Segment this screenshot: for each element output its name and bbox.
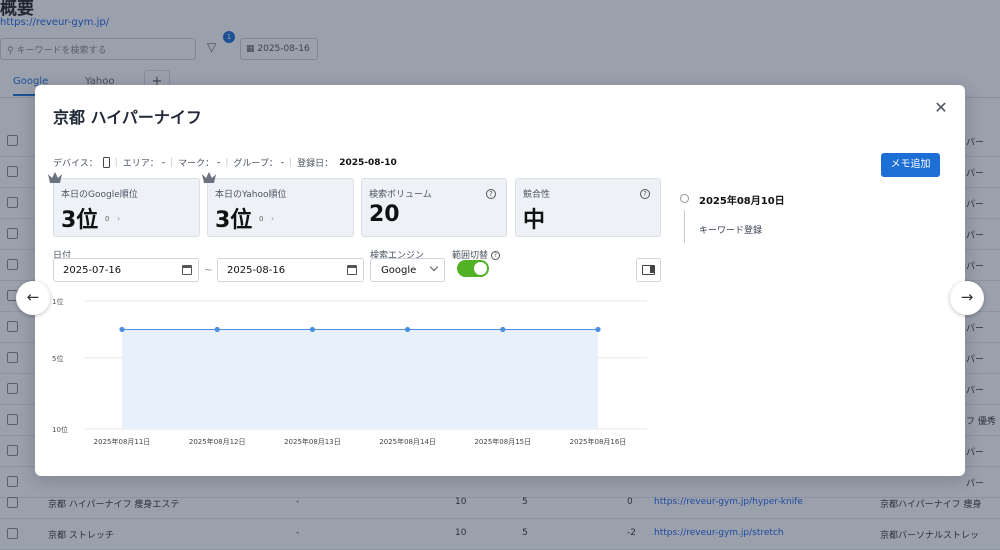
calendar-icon[interactable] <box>182 265 192 275</box>
divider: | <box>225 157 229 168</box>
end-date-input[interactable]: 2025-08-16 <box>217 258 364 282</box>
x-tick-label: 2025年08月15日 <box>474 437 531 446</box>
timeline-date: 2025年08月10日 <box>699 196 785 207</box>
end-date-value: 2025-08-16 <box>227 265 286 276</box>
group-label: グループ： <box>233 159 278 169</box>
x-tick-label: 2025年08月14日 <box>379 437 436 446</box>
area-value: - <box>161 157 166 168</box>
help-icon[interactable]: ? <box>490 251 500 260</box>
divider: | <box>114 157 118 168</box>
engine-value: Google <box>381 265 417 276</box>
x-tick-label: 2025年08月12日 <box>189 437 246 446</box>
calendar-icon[interactable] <box>347 265 357 275</box>
chevron-right-icon: › <box>117 214 121 223</box>
rank-chart: 1位 5位 10位 2025年08月11日 2025年08月12日 2025年08月13日… <box>52 297 647 446</box>
arrow-right-icon[interactable]: → <box>950 281 984 315</box>
search-engine-select[interactable]: Google <box>370 258 445 282</box>
google-rank-value: 3位 <box>61 208 99 233</box>
keyword-meta: デバイス： | エリア： - | マーク： - | グループ： - | 登録日：… <box>53 156 397 169</box>
help-icon[interactable]: ? <box>486 189 496 199</box>
series-area <box>122 329 598 429</box>
yahoo-rank-value: 3位 <box>215 208 253 233</box>
data-point <box>309 326 315 333</box>
start-date-input[interactable]: 2025-07-16 <box>53 258 199 282</box>
crown-icon <box>48 172 62 183</box>
range-toggle[interactable] <box>457 260 489 277</box>
data-point <box>595 326 601 333</box>
start-date-value: 2025-07-16 <box>63 265 122 276</box>
side-panel-icon <box>642 265 655 275</box>
close-icon[interactable]: ✕ <box>932 99 950 117</box>
mark-label: マーク： <box>178 159 215 169</box>
chevron-right-icon: › <box>271 214 275 223</box>
y-tick-label: 5位 <box>52 354 63 363</box>
timeline-dot <box>680 194 689 203</box>
search-volume-value: 20 <box>369 202 400 227</box>
registered-date: 2025-08-10 <box>339 157 397 168</box>
toggle-knob <box>474 262 487 275</box>
data-point <box>500 326 506 333</box>
add-memo-button[interactable]: メモ追加 <box>881 153 940 177</box>
timeline-line <box>684 210 685 243</box>
search-volume-card: 検索ボリューム ? 20 <box>361 178 507 237</box>
phone-icon <box>102 157 110 168</box>
keyword-detail-modal: 京都 ハイパーナイフ ✕ デバイス： | エリア： - | マーク： - | グ… <box>35 85 965 476</box>
arrow-left-icon[interactable]: ← <box>16 281 50 315</box>
chevron-down-icon <box>429 262 439 272</box>
google-rank-change: 0 <box>105 215 110 223</box>
timeline-event: キーワード登録 <box>699 226 763 236</box>
data-point <box>405 326 411 333</box>
area-label: エリア： <box>122 159 159 169</box>
competition-card: 競合性 ? 中 <box>515 178 661 237</box>
yahoo-rank-change: 0 <box>259 215 264 223</box>
group-value: - <box>280 157 285 168</box>
divider: | <box>170 157 174 168</box>
modal-title: 京都 ハイパーナイフ <box>53 108 202 127</box>
side-panel-button[interactable] <box>636 258 661 282</box>
yahoo-rank-label: 本日のYahoo順位 <box>215 190 287 200</box>
device-label: デバイス： <box>53 159 98 169</box>
competition-label: 競合性 <box>523 190 551 200</box>
yahoo-rank-card: 本日のYahoo順位 3位 0 › <box>202 172 354 237</box>
mark-value: - <box>217 157 221 168</box>
google-rank-label: 本日のGoogle順位 <box>61 190 138 200</box>
y-tick-label: 1位 <box>52 297 63 306</box>
x-tick-label: 2025年08月13日 <box>284 437 341 446</box>
help-icon[interactable]: ? <box>640 189 650 199</box>
data-point <box>214 326 220 333</box>
competition-value: 中 <box>523 208 546 233</box>
x-tick-label: 2025年08月11日 <box>94 437 151 446</box>
crown-icon <box>202 172 216 183</box>
y-tick-label: 10位 <box>52 425 68 434</box>
date-range-separator: ~ <box>204 265 213 276</box>
search-volume-label: 検索ボリューム <box>369 190 432 200</box>
data-point <box>119 326 125 333</box>
registered-label: 登録日： <box>297 159 334 169</box>
divider: | <box>289 157 293 168</box>
google-rank-card: 本日のGoogle順位 3位 0 › <box>48 172 200 237</box>
x-tick-label: 2025年08月16日 <box>570 437 627 446</box>
